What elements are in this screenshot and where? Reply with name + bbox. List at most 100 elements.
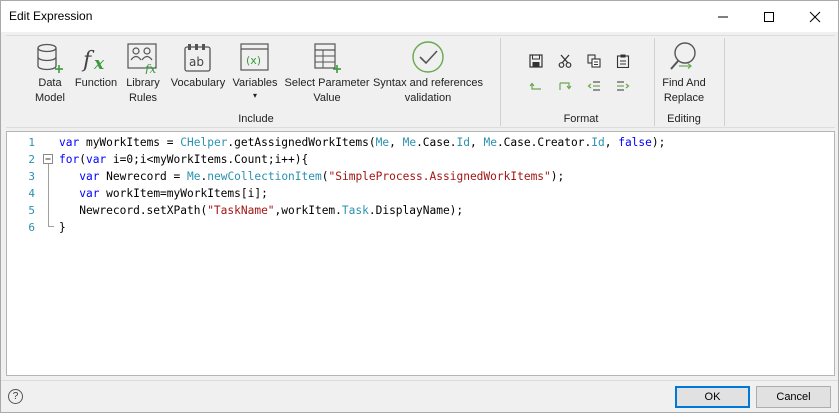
indent-button[interactable] [612, 76, 634, 96]
code-token: Id [591, 136, 605, 149]
code-token: , [604, 136, 619, 149]
code-token: var [59, 136, 80, 149]
syntax-validation-button[interactable]: Syntax and references validation [372, 40, 484, 106]
code-token: myWorkItems = [79, 136, 181, 149]
code-token: Me [402, 136, 417, 149]
paste-icon [616, 54, 630, 68]
copy-icon [587, 54, 601, 68]
format-group-label: Format [563, 113, 599, 125]
title-bar: Edit Expression [1, 1, 838, 32]
code-token: .Case. [416, 136, 457, 149]
code-token: .getAssignedWorkItems( [227, 136, 376, 149]
select-parameter-label-2: Value [313, 92, 341, 104]
code-line: } [59, 219, 66, 236]
paste-button[interactable] [612, 51, 634, 71]
undo-icon [529, 82, 541, 90]
line-number: 4 [28, 187, 35, 200]
library-rules-button[interactable]: fx Library Rules [120, 40, 166, 106]
code-token: Newrecord.setXPath( [59, 204, 208, 217]
code-token: CHelper [180, 136, 228, 149]
svg-text:fx: fx [144, 62, 156, 74]
select-parameter-value-button[interactable]: Select Parameter Value [282, 40, 372, 106]
code-token: , [469, 136, 484, 149]
svg-text:x: x [93, 54, 105, 74]
code-editor[interactable]: 1 2 3 4 5 6 var myWorkItems = CHelper.getAssi… [6, 131, 835, 376]
code-line: Newrecord.setXPath("TaskName",workItem.T… [59, 202, 463, 219]
line-number: 3 [28, 170, 35, 183]
close-button[interactable] [792, 1, 838, 32]
parameter-table-icon [314, 43, 341, 73]
cut-button[interactable] [554, 51, 576, 71]
redo-icon [559, 82, 572, 90]
save-icon [529, 54, 543, 68]
minimize-button[interactable] [700, 1, 746, 32]
line-number-gutter: 1 2 3 4 5 6 [7, 132, 45, 375]
validation-check-icon [412, 41, 444, 73]
code-token: .Case.Creator. [496, 136, 592, 149]
fold-guide-line [48, 164, 49, 226]
code-line: for(var i=0;i<myWorkItems.Count;i++){ [59, 151, 308, 168]
ok-button[interactable]: OK [675, 386, 750, 408]
code-token: ( [321, 170, 329, 183]
window-title: Edit Expression [9, 9, 93, 23]
code-token: Newrecord = [99, 170, 187, 183]
data-model-label-2: Model [35, 92, 65, 104]
copy-button[interactable] [583, 51, 605, 71]
code-token: "TaskName" [207, 204, 275, 217]
code-token: false [618, 136, 652, 149]
fold-guide-end [48, 226, 54, 227]
data-model-button[interactable]: Data Model [26, 40, 74, 106]
svg-text:ab: ab [189, 55, 204, 69]
svg-text:(x): (x) [246, 54, 261, 67]
cut-icon [558, 54, 572, 68]
code-token: Me [187, 170, 201, 183]
function-label: Function [74, 77, 118, 89]
find-replace-button[interactable]: Find And Replace [656, 40, 712, 106]
code-line: var workItem=myWorkItems[i]; [59, 185, 268, 202]
vocabulary-label: Vocabulary [170, 77, 226, 89]
syntax-validation-label-2: validation [404, 92, 452, 104]
code-token: Me [483, 136, 497, 149]
save-button[interactable] [525, 51, 547, 71]
code-token: Me [375, 136, 390, 149]
code-token: for [59, 153, 80, 166]
code-token: i=0;i<myWorkItems.Count;i++){ [106, 153, 309, 166]
code-line: var myWorkItems = CHelper.getAssignedWor… [59, 134, 665, 151]
chevron-down-icon: ▾ [252, 91, 257, 100]
library-rules-label-1: Library [126, 77, 160, 89]
function-button[interactable]: f x Function [72, 40, 120, 91]
dialog-footer: ? OK Cancel [1, 380, 838, 412]
include-group-label: Include [238, 113, 274, 125]
maximize-button[interactable] [746, 1, 792, 32]
code-token: workItem=myWorkItems[i]; [99, 187, 268, 200]
code-token: } [59, 221, 66, 234]
minimize-icon [718, 16, 728, 17]
find-replace-icon [670, 42, 696, 70]
code-token: var [85, 153, 107, 166]
close-icon [809, 11, 821, 22]
fold-toggle-icon[interactable] [43, 154, 53, 164]
undo-button[interactable] [525, 76, 547, 96]
code-token: , [389, 136, 403, 149]
cancel-button[interactable]: Cancel [756, 386, 831, 408]
edit-expression-dialog: Edit Expression Data Model f x Function … [0, 0, 839, 413]
outdent-button[interactable] [583, 76, 605, 96]
line-number: 5 [28, 204, 35, 217]
library-rules-icon: fx [127, 43, 157, 74]
code-token: ,workItem. [274, 204, 342, 217]
code-token: ( [79, 153, 86, 166]
editing-group-label: Editing [667, 113, 701, 125]
redo-button[interactable] [554, 76, 576, 96]
vocabulary-button[interactable]: ab Vocabulary [168, 40, 228, 91]
code-token: "SimpleProcess.AssignedWorkItems" [328, 170, 551, 183]
variables-label: Variables [232, 77, 278, 89]
help-icon[interactable]: ? [8, 389, 23, 404]
code-token: var [79, 187, 100, 200]
variables-dropdown-button[interactable]: (x) Variables ▾ [230, 40, 280, 101]
select-parameter-label-1: Select Parameter [284, 77, 370, 89]
group-divider [724, 38, 725, 126]
find-replace-label-2: Replace [663, 92, 705, 104]
code-token: var [79, 170, 100, 183]
